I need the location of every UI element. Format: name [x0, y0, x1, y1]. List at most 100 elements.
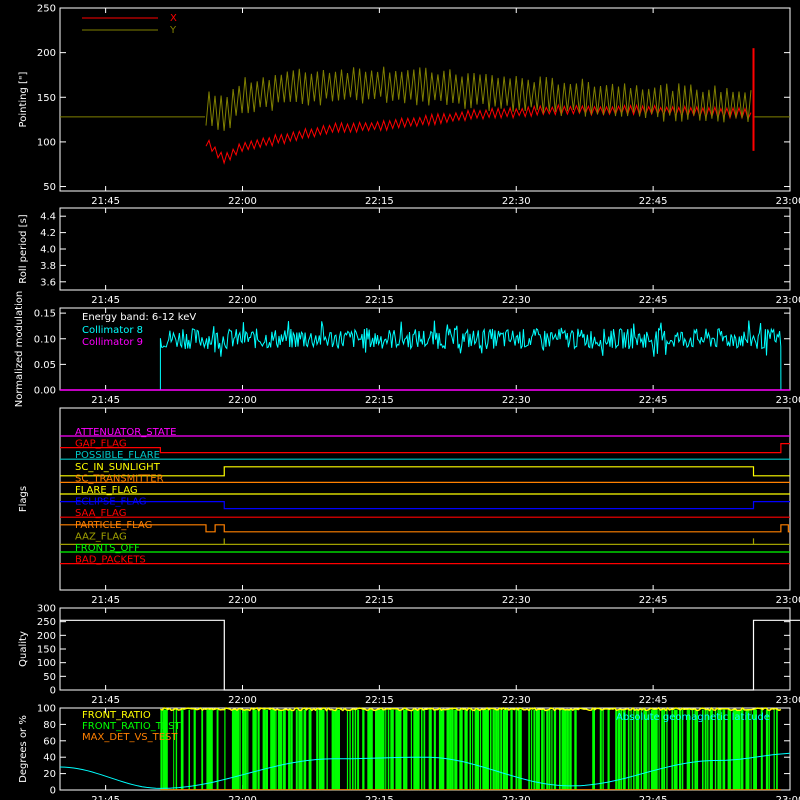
front-ratio-test-bar: [346, 709, 349, 791]
x-tick-label: 21:45: [91, 595, 120, 606]
x-tick-label: 22:15: [365, 196, 394, 207]
y-tick-label: 150: [37, 93, 56, 104]
y-tick-label: 100: [37, 704, 56, 715]
x-tick-label: 22:30: [502, 395, 531, 406]
y-tick-label: 250: [37, 4, 56, 15]
y-tick-label: 0.10: [34, 334, 56, 345]
front-ratio-test-bar: [385, 709, 387, 791]
y-tick-label: 150: [37, 645, 56, 656]
front-ratio-test-bar: [354, 709, 357, 791]
y-tick-label: 250: [37, 617, 56, 628]
front-ratio-test-bar: [300, 709, 303, 791]
front-ratio-test-bar: [551, 709, 553, 791]
front-ratio-test-bar: [446, 709, 450, 791]
flag-label-sc-in-sunlight: SC_IN_SUNLIGHT: [75, 462, 161, 473]
y-axis-label: Quality: [18, 631, 29, 667]
front-ratio-test-bar: [505, 709, 508, 791]
x-tick-label: 22:30: [502, 295, 531, 306]
front-ratio-test-bar: [375, 709, 378, 791]
y-tick-label: 0.00: [34, 386, 56, 397]
y-axis-label: Pointing ["]: [18, 71, 29, 127]
x-tick-label: 22:45: [639, 795, 668, 800]
x-tick-label: 22:45: [639, 595, 668, 606]
x-tick-label: 21:45: [91, 295, 120, 306]
front-ratio-test-bar: [423, 709, 426, 791]
y-tick-label: 200: [37, 631, 56, 642]
front-ratio-test-bar: [216, 709, 219, 791]
front-ratio-test-bar: [247, 709, 249, 791]
front-ratio-test-bar: [180, 709, 184, 791]
y-tick-label: 300: [37, 604, 56, 615]
front-ratio-test-bar: [490, 709, 492, 791]
x-tick-label: 23:00: [776, 395, 800, 406]
front-ratio-test-bar: [607, 709, 610, 791]
front-ratio-test-bar: [569, 709, 572, 791]
front-ratio-test-bar: [403, 709, 406, 791]
y-tick-label: 100: [37, 658, 56, 669]
front-ratio-test-bar: [479, 709, 482, 791]
front-ratio-test-bar: [599, 709, 602, 791]
front-ratio-test-bar: [405, 709, 408, 791]
front-ratio-test-bar: [257, 709, 260, 791]
legend-label-front-ratio: FRONT_RATIO: [82, 710, 151, 721]
x-tick-label: 23:00: [776, 595, 800, 606]
x-tick-label: 21:45: [91, 395, 120, 406]
front-ratio-test-bar: [272, 709, 276, 791]
front-ratio-test-bar: [441, 709, 445, 791]
front-ratio-test-bar: [533, 709, 536, 791]
front-ratio-test-bar: [541, 709, 544, 791]
x-tick-label: 22:15: [365, 395, 394, 406]
front-ratio-test-bar: [553, 709, 557, 791]
y-axis-label: Flags: [18, 486, 29, 512]
x-tick-label: 22:00: [228, 196, 257, 207]
front-ratio-test-bar: [206, 709, 209, 791]
energy-band-annotation: Energy band: 6-12 keV: [82, 312, 196, 323]
x-tick-label: 22:45: [639, 295, 668, 306]
x-tick-label: 22:00: [228, 595, 257, 606]
front-ratio-test-bar: [484, 709, 488, 791]
x-tick-label: 21:45: [91, 795, 120, 800]
front-ratio-test-bar: [321, 709, 325, 791]
flag-label-aaz-flag: AAZ_FLAG: [75, 531, 127, 542]
x-tick-label: 21:45: [91, 695, 120, 706]
front-ratio-test-bar: [400, 709, 402, 791]
front-ratio-test-bar: [776, 709, 778, 791]
front-ratio-test-bar: [773, 709, 775, 791]
front-ratio-test-bar: [515, 709, 518, 791]
front-ratio-test-bar: [421, 709, 423, 791]
front-ratio-test-bar: [433, 709, 436, 791]
y-tick-label: 20: [43, 769, 56, 780]
front-ratio-test-bar: [334, 709, 338, 791]
x-tick-label: 23:00: [776, 295, 800, 306]
front-ratio-test-bar: [543, 709, 545, 791]
front-ratio-test-bar: [546, 709, 549, 791]
x-tick-label: 22:15: [365, 595, 394, 606]
x-tick-label: 22:00: [228, 395, 257, 406]
y-tick-label: 0: [50, 686, 56, 697]
y-tick-label: 0.05: [34, 360, 56, 371]
y-axis-label: Roll period [s]: [18, 214, 29, 283]
front-ratio-test-bar: [477, 709, 479, 791]
x-tick-label: 22:15: [365, 295, 394, 306]
y-tick-label: 50: [43, 672, 56, 683]
y-tick-label: 3.8: [40, 261, 56, 272]
front-ratio-test-bar: [564, 709, 567, 791]
x-tick-label: 22:45: [639, 196, 668, 207]
y-axis-label: Normalized modulation: [14, 291, 25, 408]
front-ratio-test-bar: [295, 709, 298, 791]
front-ratio-test-bar: [482, 709, 486, 791]
front-ratio-test-bar: [459, 709, 463, 791]
front-ratio-test-bar: [592, 709, 595, 791]
front-ratio-test-bar: [208, 709, 212, 791]
front-ratio-test-bar: [331, 709, 335, 791]
front-ratio-test-bar: [283, 709, 286, 791]
front-ratio-test-bar: [487, 709, 489, 791]
front-ratio-test-bar: [275, 709, 277, 791]
front-ratio-test-bar: [357, 709, 360, 791]
legend-label-max-det-vs-test: MAX_DET_VS_TEST: [82, 732, 178, 743]
front-ratio-test-bar: [336, 709, 340, 791]
x-tick-label: 22:30: [502, 695, 531, 706]
front-ratio-test-bar: [224, 709, 226, 791]
front-ratio-test-bar: [352, 709, 354, 791]
x-tick-label: 22:15: [365, 695, 394, 706]
